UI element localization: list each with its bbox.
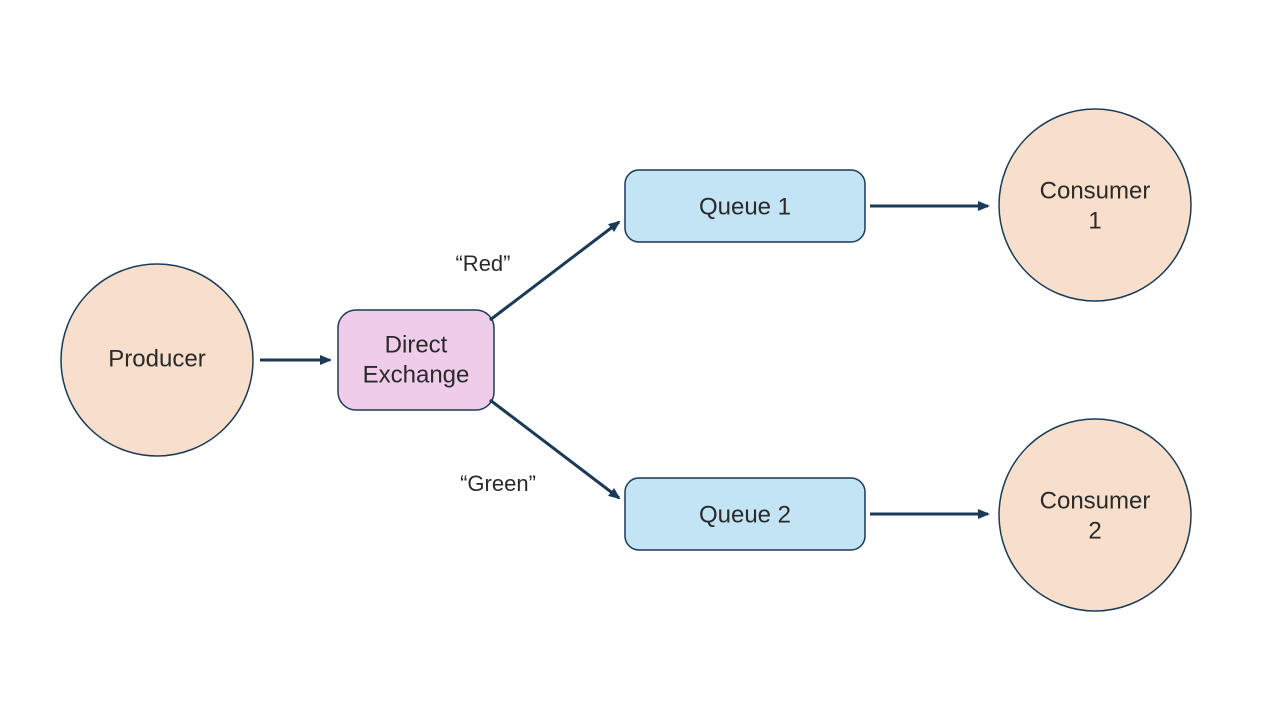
consumer2-label-2: 2 — [1088, 517, 1101, 544]
consumer1-node: Consumer 1 — [999, 109, 1191, 301]
consumer2-node: Consumer 2 — [999, 419, 1191, 611]
producer-label: Producer — [108, 345, 205, 372]
exchange-label-1: Direct — [385, 331, 448, 358]
consumer1-label-2: 1 — [1088, 207, 1101, 234]
producer-node: Producer — [61, 264, 253, 456]
queue2-node: Queue 2 — [625, 478, 865, 550]
consumer1-label-1: Consumer — [1040, 177, 1151, 204]
edge-label-red: “Red” — [455, 251, 510, 276]
edge-label-green: “Green” — [460, 471, 536, 496]
queue1-node: Queue 1 — [625, 170, 865, 242]
consumer2-label-1: Consumer — [1040, 487, 1151, 514]
exchange-label-2: Exchange — [363, 361, 470, 388]
diagram-canvas: Producer Direct Exchange “Red” “Green” Q… — [0, 0, 1280, 720]
exchange-node: Direct Exchange — [338, 310, 494, 410]
queue1-label: Queue 1 — [699, 193, 791, 220]
queue2-label: Queue 2 — [699, 501, 791, 528]
